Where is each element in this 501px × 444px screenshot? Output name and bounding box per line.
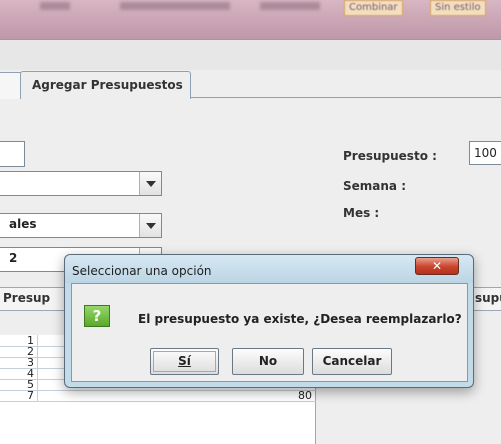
yes-button-label: Sí (178, 354, 191, 368)
cancel-button-label: Cancelar (322, 354, 382, 368)
semana-label: Semana : (343, 179, 406, 193)
confirm-dialog: Seleccionar una opción ✕ ? El presupuest… (64, 254, 474, 388)
cancel-button[interactable]: Cancelar (312, 348, 392, 375)
ribbon-blur-1 (40, 2, 70, 10)
dialog-message: El presupuesto ya existe, ¿Desea reempla… (138, 312, 462, 326)
chevron-down-icon[interactable] (139, 172, 161, 195)
dialog-body: ? El presupuesto ya existe, ¿Desea reemp… (71, 283, 468, 382)
table-cell-id: 7 (0, 390, 38, 401)
no-button[interactable]: No (232, 348, 304, 375)
ribbon-style-button[interactable]: Sin estilo (430, 0, 486, 16)
table-cell-value: 80 (298, 389, 312, 402)
mes-label: Mes : (343, 206, 380, 220)
header-presupuestos-right: supu (470, 287, 501, 311)
header-presupuestos-left: Presup (0, 287, 68, 311)
dialog-title: Seleccionar una opción (72, 264, 212, 278)
tab-divider (190, 97, 501, 98)
chevron-down-icon[interactable] (139, 214, 161, 237)
combo-three-value: 2 (9, 251, 18, 265)
close-icon[interactable]: ✕ (415, 257, 459, 275)
background-ribbon: Combinar Sin estilo (0, 0, 501, 40)
table-row[interactable]: 7 80 (0, 390, 316, 402)
ribbon-combinar-button[interactable]: Combinar (344, 0, 403, 16)
ribbon-blur-2 (120, 2, 230, 10)
ribbon-blur-3 (260, 2, 320, 10)
yes-button[interactable]: Sí (150, 348, 219, 375)
question-icon: ? (84, 305, 110, 327)
presupuesto-field[interactable]: 100 (469, 141, 501, 165)
presupuesto-label: Presupuesto : (343, 149, 437, 163)
text-field-top[interactable] (0, 141, 25, 167)
tab-agregar-presupuestos[interactable]: Agregar Presupuestos (20, 71, 191, 99)
combo-one[interactable] (0, 171, 162, 196)
toolbar-band (0, 40, 501, 70)
no-button-label: No (258, 354, 278, 368)
combo-two[interactable]: ales (0, 213, 162, 238)
combo-two-value: ales (9, 217, 37, 231)
